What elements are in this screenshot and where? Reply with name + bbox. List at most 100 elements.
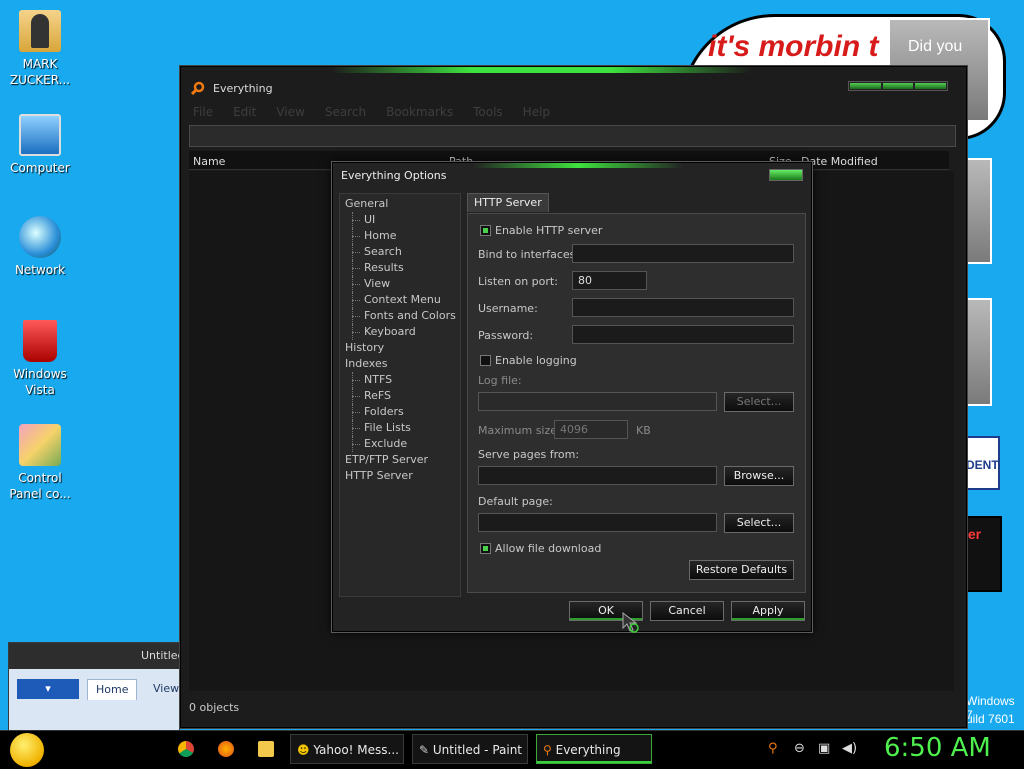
bind-interfaces-field[interactable] — [572, 244, 794, 263]
tree-item-fonts-and-colors[interactable]: Fonts and Colors — [340, 308, 460, 324]
close-button[interactable] — [915, 83, 947, 89]
menu-help[interactable]: Help — [523, 105, 550, 119]
chrome-icon[interactable] — [178, 741, 194, 757]
task-label: Everything — [555, 743, 621, 757]
restore-defaults-button[interactable]: Restore Defaults — [689, 560, 794, 580]
checkbox-unchecked-icon — [480, 355, 491, 366]
tree-item-ui[interactable]: UI — [340, 212, 460, 228]
serve-pages-label: Serve pages from: — [478, 448, 580, 461]
desktop-icon-control-panel[interactable]: Control Panel co... — [2, 424, 78, 502]
firefox-icon[interactable] — [218, 741, 234, 757]
taskbar-clock[interactable]: 6:50 AM — [884, 733, 991, 763]
log-file-field[interactable] — [478, 392, 717, 411]
wallpaper-dent-sign: DENT — [964, 436, 1000, 490]
enable-logging-checkbox[interactable]: Enable logging — [480, 354, 577, 367]
window-title-bar: Everything — [191, 81, 273, 95]
paint-window[interactable]: Untitled ▾ Home View — [8, 642, 185, 734]
maximize-button[interactable] — [882, 83, 914, 89]
task-everything[interactable]: ⚲ Everything — [536, 734, 652, 764]
listen-port-field[interactable]: 80 — [572, 271, 647, 290]
tree-item-history[interactable]: History — [340, 340, 460, 356]
enable-http-checkbox[interactable]: Enable HTTP server — [480, 224, 602, 237]
menu-file[interactable]: File — [193, 105, 213, 119]
folder-icon[interactable] — [258, 741, 274, 757]
http-server-panel: Enable HTTP server Bind to interfaces: L… — [467, 213, 806, 593]
window-controls[interactable] — [848, 81, 948, 91]
task-paint[interactable]: ✎ Untitled - Paint — [412, 734, 528, 764]
search-input[interactable] — [189, 125, 956, 147]
tree-item-exclude[interactable]: Exclude — [340, 436, 460, 452]
task-yahoo-messenger[interactable]: ☻ Yahoo! Mess... — [290, 734, 404, 764]
paint-file-menu-button[interactable]: ▾ — [17, 679, 79, 699]
enable-logging-label: Enable logging — [495, 354, 577, 367]
tree-item-context-menu[interactable]: Context Menu — [340, 292, 460, 308]
default-page-field[interactable] — [478, 513, 717, 532]
tree-item-folders[interactable]: Folders — [340, 404, 460, 420]
tab-http-server[interactable]: HTTP Server — [467, 193, 549, 212]
cancel-button[interactable]: Cancel — [650, 601, 724, 621]
paint-tab-home[interactable]: Home — [87, 679, 138, 700]
allow-download-checkbox[interactable]: Allow file download — [480, 542, 601, 555]
desktop-icon-network[interactable]: Network — [2, 216, 78, 278]
menu-bookmarks[interactable]: Bookmarks — [386, 105, 453, 119]
mouse-cursor-icon — [622, 612, 639, 633]
yahoo-messenger-icon: ☻ — [297, 743, 310, 757]
browse-button[interactable]: Browse... — [724, 466, 794, 486]
taskbar: ☻ Yahoo! Mess... ✎ Untitled - Paint ⚲ Ev… — [0, 730, 1024, 769]
tree-item-general[interactable]: General — [340, 196, 460, 212]
wallpaper-photo-caption: Did you — [908, 38, 963, 55]
window-title: Everything — [213, 81, 273, 95]
tree-item-etp-ftp-server[interactable]: ETP/FTP Server — [340, 452, 460, 468]
tray-everything-icon[interactable]: ⚲ — [768, 741, 778, 756]
dialog-title-glow — [473, 163, 683, 168]
desktop-icon-computer[interactable]: Computer — [2, 114, 78, 176]
tree-item-view[interactable]: View — [340, 276, 460, 292]
column-date-modified[interactable]: Date Modified — [801, 155, 878, 168]
tree-item-keyboard[interactable]: Keyboard — [340, 324, 460, 340]
start-button[interactable] — [10, 733, 44, 767]
username-field[interactable] — [572, 298, 794, 317]
paint-icon: ✎ — [419, 743, 430, 757]
tree-item-indexes[interactable]: Indexes — [340, 356, 460, 372]
options-tree: General UI Home Search Results View Cont… — [339, 193, 461, 597]
column-name[interactable]: Name — [193, 155, 225, 168]
desktop-icon-label: Windows Vista — [13, 367, 67, 397]
tray-volume-icon[interactable]: ◀) — [842, 741, 857, 756]
desktop-icon-recycle-bin[interactable]: Windows Vista — [2, 320, 78, 398]
tree-item-search[interactable]: Search — [340, 244, 460, 260]
paint-title: Untitled — [9, 643, 185, 669]
menu-tools[interactable]: Tools — [473, 105, 503, 119]
default-page-label: Default page: — [478, 495, 553, 508]
tree-item-refs[interactable]: ReFS — [340, 388, 460, 404]
serve-pages-field[interactable] — [478, 466, 717, 485]
title-glow — [331, 67, 751, 73]
menu-view[interactable]: View — [276, 105, 304, 119]
password-field[interactable] — [572, 325, 794, 344]
status-bar: 0 objects — [189, 701, 240, 714]
tree-item-http-server[interactable]: HTTP Server — [340, 468, 460, 484]
minimize-button[interactable] — [850, 83, 881, 89]
close-icon[interactable] — [769, 169, 803, 181]
tree-item-home[interactable]: Home — [340, 228, 460, 244]
tray-network-icon[interactable]: ▣ — [818, 741, 830, 756]
username-label: Username: — [478, 302, 538, 315]
default-page-select-button[interactable]: Select... — [724, 513, 794, 533]
menu-edit[interactable]: Edit — [233, 105, 256, 119]
allow-download-label: Allow file download — [495, 542, 602, 555]
tree-item-results[interactable]: Results — [340, 260, 460, 276]
enable-http-label: Enable HTTP server — [495, 224, 603, 237]
menu-bar: File Edit View Search Bookmarks Tools He… — [193, 105, 550, 119]
desktop-icon-label: MARK ZUCKER... — [9, 57, 71, 87]
task-label: Yahoo! Mess... — [313, 743, 399, 757]
tray-status-icon[interactable]: ⊖ — [794, 741, 805, 756]
menu-search[interactable]: Search — [325, 105, 366, 119]
apply-button[interactable]: Apply — [731, 601, 805, 621]
tree-item-file-lists[interactable]: File Lists — [340, 420, 460, 436]
max-size-field[interactable]: 4096 — [554, 420, 628, 439]
max-size-unit: KB — [636, 424, 651, 437]
tree-item-ntfs[interactable]: NTFS — [340, 372, 460, 388]
desktop-icon-mark-zucker[interactable]: MARK ZUCKER... — [2, 10, 78, 88]
watermark-line-2: uild 7601 — [966, 712, 1015, 726]
bind-interfaces-label: Bind to interfaces: — [478, 248, 580, 261]
log-file-select-button[interactable]: Select... — [724, 392, 794, 412]
